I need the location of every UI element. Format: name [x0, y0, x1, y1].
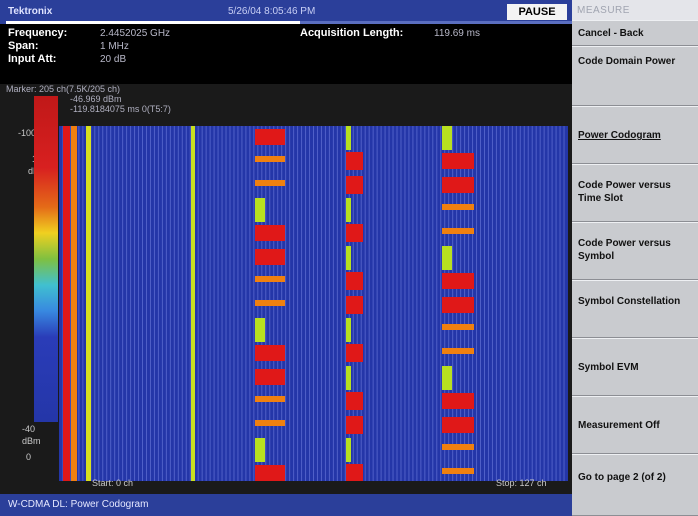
col-yellow-3 — [86, 126, 91, 481]
span-label: Span: — [8, 40, 39, 52]
input-att-label: Input Att: — [8, 53, 57, 65]
burst-cell — [346, 224, 363, 242]
acquisition-length-label: Acquisition Length: — [300, 27, 404, 39]
acquisition-length-value: 119.69 ms — [434, 28, 480, 39]
measurement-title: W-CDMA DL: Power Codogram — [8, 499, 149, 510]
softkey-label: Symbol Constellation — [578, 296, 681, 307]
status-footer: W-CDMA DL: Power Codogram — [0, 494, 572, 516]
burst-cell — [255, 438, 265, 462]
burst-cell — [346, 152, 363, 170]
burst-cell — [346, 126, 351, 150]
burst-cell — [255, 180, 285, 186]
burst-cell — [346, 392, 363, 410]
softkey-label: Code Power versus Symbol — [578, 238, 671, 262]
burst-cell — [255, 156, 285, 162]
brand-logo: Tektronix — [8, 6, 53, 17]
codogram-plot[interactable] — [59, 126, 568, 481]
marker-line-2: -46.969 dBm — [70, 94, 122, 104]
burst-cell — [255, 345, 285, 361]
burst-cell — [346, 366, 351, 390]
burst-cell — [255, 300, 285, 306]
plot-panel: Marker: 205 ch(7.5K/205 ch) -46.969 dBm … — [0, 84, 572, 494]
burst-cell — [346, 246, 351, 270]
marker-readout: Marker: 205 ch(7.5K/205 ch) -46.969 dBm … — [6, 84, 171, 114]
burst-cell — [346, 416, 363, 434]
softkey-label: Code Domain Power — [578, 56, 676, 67]
softkey-measurement-off[interactable]: Measurement Off — [572, 396, 698, 454]
softkey-code-domain-power[interactable]: Code Domain Power — [572, 46, 698, 106]
softkey-symbol-constellation[interactable]: Symbol Constellation — [572, 280, 698, 338]
span-value: 1 MHz — [100, 41, 129, 52]
softkey-code-power-vs-symbol[interactable]: Code Power versus Symbol — [572, 222, 698, 280]
softkey-symbol-evm[interactable]: Symbol EVM — [572, 338, 698, 396]
burst-cell — [442, 273, 474, 289]
burst-cell — [442, 393, 474, 409]
softkey-go-to-page-2[interactable]: Go to page 2 (of 2) — [572, 454, 698, 516]
softkey-label: Symbol EVM — [578, 362, 639, 373]
burst-cell — [255, 198, 265, 222]
burst-cell — [442, 348, 474, 354]
softkey-label: Power Codogram — [578, 130, 661, 141]
burst-cell — [346, 344, 363, 362]
softkey-cancel-back[interactable]: Cancel - Back — [572, 20, 698, 46]
burst-cell — [442, 297, 474, 313]
burst-cell — [442, 417, 474, 433]
burst-cell — [255, 249, 285, 265]
softkey-code-power-vs-time-slot[interactable]: Code Power versus Time Slot — [572, 164, 698, 222]
burst-cell — [346, 198, 351, 222]
burst-cell — [346, 438, 351, 462]
color-scale-bar — [34, 96, 58, 422]
burst-cell — [255, 369, 285, 385]
measurement-info: Frequency: 2.4452025 GHz Span: 1 MHz Inp… — [0, 24, 572, 84]
burst-cell — [442, 366, 452, 390]
col-yellow-37 — [191, 126, 195, 481]
axis-zero: 0 — [26, 452, 32, 462]
menu-title-text: MEASURE — [577, 5, 630, 16]
date-time: 5/26/04 8:05:46 PM — [228, 6, 316, 17]
axis-bottom-value: -40 — [22, 424, 36, 434]
burst-cell — [442, 177, 474, 193]
frequency-label: Frequency: — [8, 27, 68, 39]
softkey-label: Measurement Off — [578, 420, 660, 431]
burst-cell — [442, 153, 474, 169]
pause-button[interactable]: PAUSE — [507, 4, 567, 20]
burst-cell — [255, 465, 285, 481]
col-red-0 — [63, 126, 70, 481]
burst-cell — [346, 318, 351, 342]
burst-cell — [442, 204, 474, 210]
burst-cell — [346, 464, 363, 481]
axis-unit-bottom: dBm — [22, 436, 41, 446]
input-att-value: 20 dB — [100, 54, 127, 65]
burst-cell — [442, 324, 474, 330]
softkey-label: Code Power versus Time Slot — [578, 180, 671, 204]
menu-title: MEASURE — [572, 0, 698, 20]
burst-cell — [442, 468, 474, 474]
softkey-power-codogram[interactable]: Power Codogram — [572, 106, 698, 164]
burst-cell — [255, 225, 285, 241]
burst-cell — [346, 272, 363, 290]
softkey-label: Go to page 2 (of 2) — [578, 472, 666, 483]
stop-channel-label: Stop: 127 ch — [496, 478, 547, 488]
marker-line-1: Marker: 205 ch(7.5K/205 ch) — [6, 84, 121, 94]
col-orange-1 — [71, 126, 77, 481]
burst-cell — [255, 276, 285, 282]
softkey-label: Cancel - Back — [578, 28, 644, 39]
softkey-menu: MEASURE Cancel - Back Code Domain Power … — [572, 0, 698, 516]
title-bar: Tektronix 5/26/04 8:05:46 PM PAUSE — [0, 0, 572, 24]
burst-cell — [255, 129, 285, 145]
burst-cell — [442, 444, 474, 450]
burst-cell — [255, 420, 285, 426]
burst-cell — [255, 396, 285, 402]
burst-cell — [442, 228, 474, 234]
burst-cell — [255, 318, 265, 342]
marker-line-3: -119.8184075 ms 0(T5:7) — [70, 104, 171, 114]
burst-cell — [346, 176, 363, 194]
analyzer-window: Tektronix 5/26/04 8:05:46 PM PAUSE Frequ… — [0, 0, 698, 516]
start-channel-label: Start: 0 ch — [92, 478, 134, 488]
burst-cell — [442, 126, 452, 150]
burst-cell — [346, 296, 363, 314]
burst-cell — [442, 246, 452, 270]
frequency-value: 2.4452025 GHz — [100, 28, 171, 39]
